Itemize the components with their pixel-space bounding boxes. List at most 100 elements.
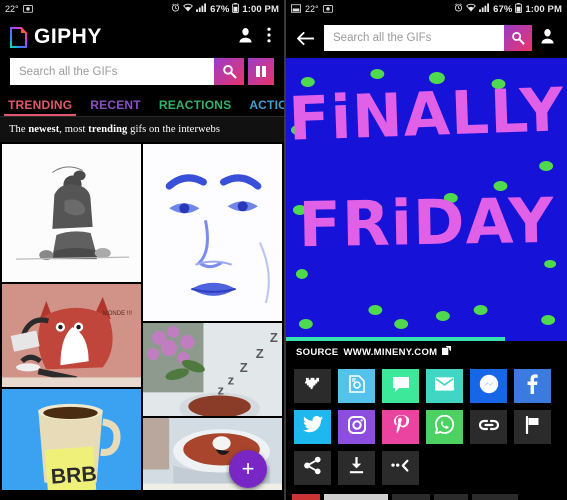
search-input-right[interactable] xyxy=(324,25,504,51)
share-row-2 xyxy=(294,410,559,444)
plus-icon: + xyxy=(241,456,255,481)
messenger-tile[interactable] xyxy=(470,369,507,403)
search-button[interactable] xyxy=(214,58,244,85)
search-button-right[interactable] xyxy=(504,25,532,51)
search-input-wrapper-right[interactable] xyxy=(324,25,532,51)
clock-time: 1:00 PM xyxy=(242,3,279,15)
gif-card-flowers-coffee-zzz[interactable]: ZZ Zzz xyxy=(143,322,282,417)
more-vertical-icon[interactable] xyxy=(267,27,271,48)
tab-recent-label: RECENT xyxy=(90,98,141,112)
search-row-left xyxy=(0,56,284,91)
alarm-icon xyxy=(171,3,180,15)
search-input-wrapper[interactable] xyxy=(10,58,244,85)
battery-icon xyxy=(232,2,240,16)
signal-icon xyxy=(479,3,490,15)
whatsapp-icon xyxy=(434,414,455,439)
tab-trending[interactable]: TRENDING xyxy=(3,98,77,116)
facebook-tile[interactable] xyxy=(514,369,551,403)
alarm-icon xyxy=(454,3,463,15)
whatsapp-tile[interactable] xyxy=(426,410,463,444)
link-icon xyxy=(478,416,499,439)
grid-column-right: ZZ Zzz xyxy=(143,144,282,490)
person-icon[interactable] xyxy=(238,27,253,48)
document-scan-icon xyxy=(348,374,365,398)
wifi-icon xyxy=(466,3,476,15)
instagram-tile[interactable] xyxy=(338,410,375,444)
gif-text-line-2: FRiDAY xyxy=(297,183,555,262)
tab-recent[interactable]: RECENT xyxy=(90,98,141,116)
share-icon xyxy=(303,456,322,480)
gif-card-red-fox-illustration[interactable]: MONDE !!! xyxy=(2,283,141,387)
heart-icon xyxy=(304,376,321,396)
temperature-indicator-right: 22° xyxy=(305,4,319,14)
envelope-icon xyxy=(435,376,454,396)
svg-text:z: z xyxy=(228,372,235,387)
banner-mid: , most xyxy=(59,124,89,135)
scan-document-tile[interactable] xyxy=(338,369,375,403)
tab-actions[interactable]: ACTIO xyxy=(249,98,284,116)
svg-text:MONDE !!!: MONDE !!! xyxy=(103,311,132,317)
app-title: GIPHY xyxy=(34,25,102,48)
dual-phone-screenshot: 22° 67% 1:00 PM GIPHY Search all the GIF… xyxy=(0,0,567,500)
battery-percent: 67% xyxy=(210,3,230,15)
battery-percent: 67% xyxy=(493,3,513,15)
screenshot-icon xyxy=(291,3,301,15)
flag-tile[interactable] xyxy=(514,410,551,444)
detail-top-bar xyxy=(286,18,567,58)
email-tile[interactable] xyxy=(426,369,463,403)
giphy-logo-icon xyxy=(10,26,27,48)
status-bar-left: 22° 67% 1:00 PM xyxy=(0,0,284,18)
source-url[interactable]: WWW.MINENY.COM xyxy=(343,347,437,358)
more-tile[interactable] xyxy=(382,451,419,485)
gif-progress-bar[interactable] xyxy=(286,337,506,341)
share-sheet xyxy=(286,363,567,485)
download-tile[interactable] xyxy=(338,451,375,485)
temperature-indicator: 22° xyxy=(5,4,19,14)
download-icon xyxy=(348,456,365,480)
person-icon[interactable] xyxy=(540,28,559,49)
twitter-icon xyxy=(302,416,323,438)
pinterest-tile[interactable] xyxy=(382,410,419,444)
back-arrow-icon[interactable] xyxy=(294,31,316,46)
category-tabs: TRENDING RECENT REACTIONS ACTIO xyxy=(0,91,284,116)
flag-icon xyxy=(525,415,541,439)
messenger-icon xyxy=(479,374,499,399)
banner-bold-newest: newest xyxy=(28,124,60,135)
left-phone-screen: 22° 67% 1:00 PM GIPHY Search all the GIF… xyxy=(0,0,284,500)
twitter-tile[interactable] xyxy=(294,410,331,444)
banner-pre: The xyxy=(9,124,29,135)
camera-icon xyxy=(22,4,33,15)
gif-card-pencil-sketch-person-sitting[interactable] xyxy=(2,144,141,282)
gif-card-blue-pen-face-drawing[interactable] xyxy=(143,144,282,321)
trending-banner: The newest, most trending gifs on the in… xyxy=(0,117,284,142)
grid-column-left: MONDE !!! BRB xyxy=(2,144,141,490)
message-tile[interactable] xyxy=(382,369,419,403)
camera-icon xyxy=(322,4,333,15)
clock-time: 1:00 PM xyxy=(525,3,562,15)
svg-text:Z: Z xyxy=(256,346,264,361)
nav-hint-4 xyxy=(434,494,468,500)
tab-reactions[interactable]: REACTIONS xyxy=(159,98,231,116)
gif-detail-viewer[interactable]: FiNALLY FRiDAY xyxy=(286,58,567,341)
nav-hint-1 xyxy=(292,494,320,500)
instagram-icon xyxy=(347,415,366,439)
source-bar[interactable]: SOURCE WWW.MINENY.COM xyxy=(286,341,567,363)
pause-button[interactable] xyxy=(248,58,274,85)
add-gif-fab[interactable]: + xyxy=(229,450,267,488)
external-link-icon[interactable] xyxy=(442,346,452,358)
copy-link-tile[interactable] xyxy=(470,410,507,444)
app-header: GIPHY xyxy=(0,18,284,56)
share-tile[interactable] xyxy=(294,451,331,485)
signal-icon xyxy=(196,3,207,15)
nav-hint-3 xyxy=(392,494,430,500)
share-row-1 xyxy=(294,369,559,403)
source-label: SOURCE xyxy=(296,346,339,358)
chat-bubble-icon xyxy=(392,376,410,397)
gif-card-brb-coffee-mug[interactable]: BRB xyxy=(2,388,141,490)
favorite-tile[interactable] xyxy=(294,369,331,403)
gif-text-line-1: FiNALLY xyxy=(287,75,566,155)
status-bar-right: 22° 67% 1:00 PM xyxy=(286,0,567,18)
banner-bold-trending: trending xyxy=(88,124,128,135)
search-input[interactable] xyxy=(10,58,214,85)
svg-text:Z: Z xyxy=(270,330,278,345)
